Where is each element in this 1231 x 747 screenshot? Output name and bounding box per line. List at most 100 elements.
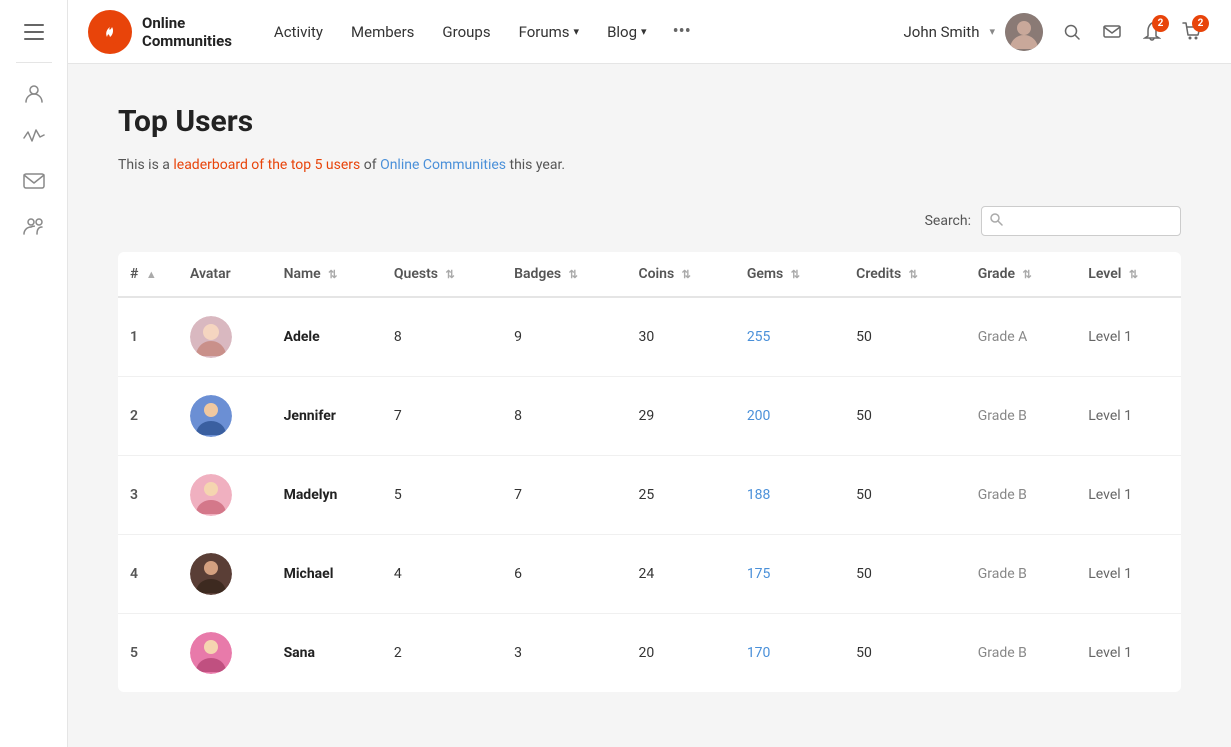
col-grade[interactable]: Grade ⇅ xyxy=(966,252,1077,297)
cart-badge: 2 xyxy=(1192,15,1209,32)
badges-cell: 8 xyxy=(502,377,626,456)
grade-cell: Grade A xyxy=(966,297,1077,377)
col-gems[interactable]: Gems ⇅ xyxy=(735,252,844,297)
search-input[interactable] xyxy=(981,206,1181,236)
badges-cell: 6 xyxy=(502,535,626,614)
grade-cell: Grade B xyxy=(966,535,1077,614)
avatar-cell xyxy=(178,297,272,377)
sidebar-groups-icon[interactable] xyxy=(16,207,52,243)
quests-cell: 5 xyxy=(382,456,502,535)
logo-text: Online Communities xyxy=(142,14,232,50)
table-header-row: # ▲ Avatar Name ⇅ Quests ⇅ Badges ⇅ xyxy=(118,252,1181,297)
rank-cell: 3 xyxy=(118,456,178,535)
main-content: Top Users This is a leaderboard of the t… xyxy=(68,64,1231,747)
sidebar-messages-icon[interactable] xyxy=(16,163,52,199)
user-chevron-icon: ▾ xyxy=(989,25,995,38)
col-rank[interactable]: # ▲ xyxy=(118,252,178,297)
name-cell: Madelyn xyxy=(272,456,382,535)
messages-button[interactable] xyxy=(1093,13,1131,51)
user-avatar xyxy=(190,395,232,437)
notifications-button[interactable]: 2 xyxy=(1133,13,1171,51)
quests-cell: 8 xyxy=(382,297,502,377)
gems-cell: 255 xyxy=(735,297,844,377)
nav-activity[interactable]: Activity xyxy=(262,15,335,49)
gems-cell: 170 xyxy=(735,614,844,693)
sidebar-divider xyxy=(16,62,52,63)
blog-chevron-icon: ▾ xyxy=(641,25,647,38)
table-container: # ▲ Avatar Name ⇅ Quests ⇅ Badges ⇅ xyxy=(118,252,1181,692)
col-credits[interactable]: Credits ⇅ xyxy=(844,252,966,297)
nav-groups[interactable]: Groups xyxy=(430,15,502,49)
page-title: Top Users xyxy=(118,104,1181,139)
nav-user-menu[interactable]: John Smith ▾ xyxy=(893,7,1053,57)
nav-logo[interactable]: Online Communities xyxy=(88,10,232,54)
col-avatar: Avatar xyxy=(178,252,272,297)
nav-members[interactable]: Members xyxy=(339,15,426,49)
badges-cell: 7 xyxy=(502,456,626,535)
grade-sort-icon: ⇅ xyxy=(1022,268,1031,281)
col-quests[interactable]: Quests ⇅ xyxy=(382,252,502,297)
coins-cell: 20 xyxy=(626,614,734,693)
name-cell: Jennifer xyxy=(272,377,382,456)
credits-cell: 50 xyxy=(844,535,966,614)
page-subtitle: This is a leaderboard of the top 5 users… xyxy=(118,155,1181,176)
name-cell: Adele xyxy=(272,297,382,377)
badges-cell: 3 xyxy=(502,614,626,693)
name-sort-icon: ⇅ xyxy=(328,268,337,281)
coins-sort-icon: ⇅ xyxy=(682,268,691,281)
search-bar-row: Search: xyxy=(118,206,1181,236)
search-label: Search: xyxy=(925,213,971,229)
cart-button[interactable]: 2 xyxy=(1173,13,1211,51)
search-button[interactable] xyxy=(1053,13,1091,51)
name-cell: Michael xyxy=(272,535,382,614)
col-coins[interactable]: Coins ⇅ xyxy=(626,252,734,297)
gems-cell: 188 xyxy=(735,456,844,535)
level-cell: Level 1 xyxy=(1076,297,1181,377)
rank-cell: 2 xyxy=(118,377,178,456)
rank-cell: 4 xyxy=(118,535,178,614)
quests-cell: 7 xyxy=(382,377,502,456)
credits-sort-icon: ⇅ xyxy=(909,268,918,281)
logo-icon xyxy=(88,10,132,54)
user-avatar xyxy=(190,553,232,595)
nav-blog[interactable]: Blog ▾ xyxy=(595,15,659,49)
avatar-cell xyxy=(178,377,272,456)
table-row: 5 Sana 2 3 20 170 50 Grade B Level 1 xyxy=(118,614,1181,693)
nav-user-name: John Smith xyxy=(903,23,979,41)
nav-more-dots[interactable]: ••• xyxy=(663,13,701,50)
users-table: # ▲ Avatar Name ⇅ Quests ⇅ Badges ⇅ xyxy=(118,252,1181,692)
top-nav: Online Communities Activity Members Grou… xyxy=(68,0,1231,64)
table-row: 1 Adele 8 9 30 255 50 Grade A Level 1 xyxy=(118,297,1181,377)
user-avatar xyxy=(190,632,232,674)
avatar-cell xyxy=(178,535,272,614)
coins-cell: 29 xyxy=(626,377,734,456)
sidebar-menu-icon[interactable] xyxy=(16,14,52,50)
level-cell: Level 1 xyxy=(1076,614,1181,693)
level-cell: Level 1 xyxy=(1076,377,1181,456)
grade-cell: Grade B xyxy=(966,614,1077,693)
notifications-badge: 2 xyxy=(1152,15,1169,32)
user-avatar xyxy=(190,316,232,358)
nav-forums[interactable]: Forums ▾ xyxy=(507,15,591,49)
nav-user-avatar xyxy=(1005,13,1043,51)
credits-cell: 50 xyxy=(844,456,966,535)
level-sort-icon: ⇅ xyxy=(1129,268,1138,281)
col-badges[interactable]: Badges ⇅ xyxy=(502,252,626,297)
grade-cell: Grade B xyxy=(966,377,1077,456)
table-row: 3 Madelyn 5 7 25 188 50 Grade B Level 1 xyxy=(118,456,1181,535)
forums-chevron-icon: ▾ xyxy=(574,25,580,38)
badges-cell: 9 xyxy=(502,297,626,377)
quests-cell: 4 xyxy=(382,535,502,614)
badges-sort-icon: ⇅ xyxy=(569,268,578,281)
gems-sort-icon: ⇅ xyxy=(791,268,800,281)
credits-cell: 50 xyxy=(844,297,966,377)
coins-cell: 24 xyxy=(626,535,734,614)
col-name[interactable]: Name ⇅ xyxy=(272,252,382,297)
nav-action-icons: 2 2 xyxy=(1053,13,1211,51)
avatar-cell xyxy=(178,614,272,693)
sidebar-activity-icon[interactable] xyxy=(16,119,52,155)
table-row: 4 Michael 4 6 24 175 50 Grade B Level 1 xyxy=(118,535,1181,614)
sidebar-profile-icon[interactable] xyxy=(16,75,52,111)
col-level[interactable]: Level ⇅ xyxy=(1076,252,1181,297)
search-input-wrap xyxy=(981,206,1181,236)
